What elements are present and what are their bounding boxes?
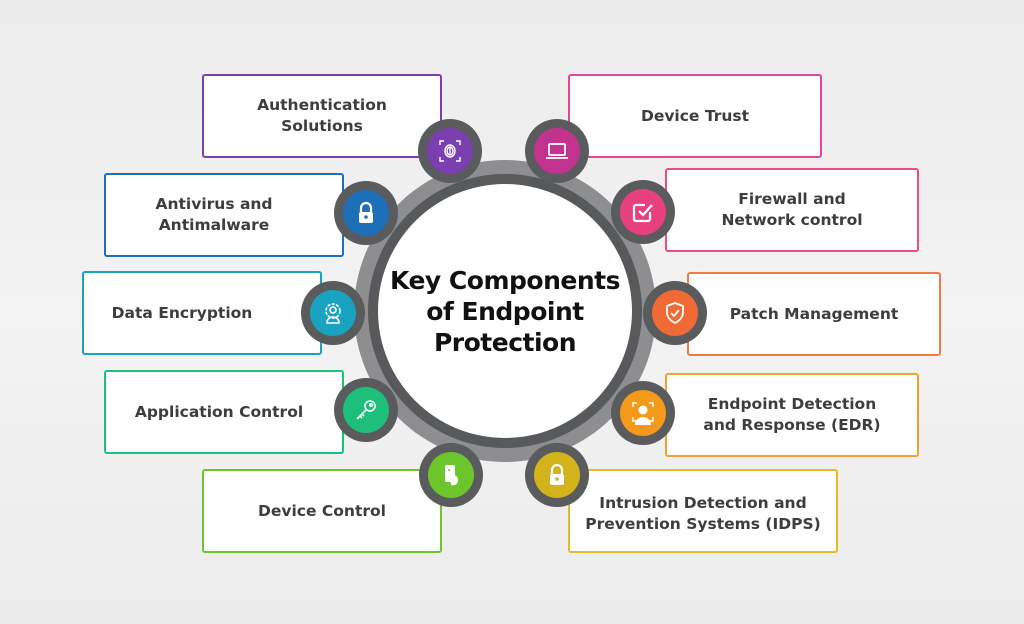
lock-icon <box>359 201 373 223</box>
component-box-firewall: Firewall and Network control <box>665 168 919 252</box>
padlock-icon <box>550 463 564 485</box>
component-label: Application Control <box>134 402 304 421</box>
component-label: Patch Management <box>729 304 899 323</box>
user-gear-icon <box>325 303 341 324</box>
fingerprint-icon <box>439 140 461 162</box>
component-label: Intrusion Detection and Prevention Syste… <box>585 494 821 533</box>
center-circle: Key Components of Endpoint Protection <box>378 184 632 438</box>
phone-hand-icon <box>445 465 458 486</box>
icon-badge-application-control <box>334 378 398 442</box>
component-box-patch-management: Patch Management <box>687 272 941 356</box>
icon-badge-authentication <box>418 119 482 183</box>
center-title: Key Components of Endpoint Protection <box>390 265 620 357</box>
component-label: Device Trust <box>640 106 750 125</box>
component-label: Device Control <box>258 501 386 520</box>
component-label: Antivirus and Antimalware <box>155 195 273 234</box>
component-box-application-control: Application Control <box>104 370 344 454</box>
component-box-device-control: Device Control <box>202 469 442 553</box>
component-box-idps: Intrusion Detection and Prevention Syste… <box>568 469 838 553</box>
laptop-icon <box>546 143 568 159</box>
icon-badge-patch-management <box>643 281 707 345</box>
component-box-authentication: Authentication Solutions <box>202 74 442 158</box>
checkbox-icon <box>632 203 653 223</box>
icon-badge-data-encryption <box>301 281 365 345</box>
component-label: Firewall and Network control <box>721 190 863 229</box>
component-box-device-trust: Device Trust <box>568 74 822 158</box>
icon-badge-edr <box>611 381 675 445</box>
component-label: Authentication Solutions <box>257 96 387 135</box>
icon-badge-idps <box>525 443 589 507</box>
key-icon <box>356 400 376 420</box>
component-box-antivirus: Antivirus and Antimalware <box>104 173 344 257</box>
icon-badge-firewall <box>611 180 675 244</box>
icon-badge-antivirus <box>334 181 398 245</box>
shield-check-icon <box>666 302 684 325</box>
component-label: Endpoint Detection and Response (EDR) <box>703 395 881 434</box>
face-scan-icon <box>632 402 654 425</box>
icon-badge-device-trust <box>525 119 589 183</box>
component-box-edr: Endpoint Detection and Response (EDR) <box>665 373 919 457</box>
component-label: Data Encryption <box>111 303 253 322</box>
icon-badge-device-control <box>419 443 483 507</box>
component-box-data-encryption: Data Encryption <box>82 271 322 355</box>
